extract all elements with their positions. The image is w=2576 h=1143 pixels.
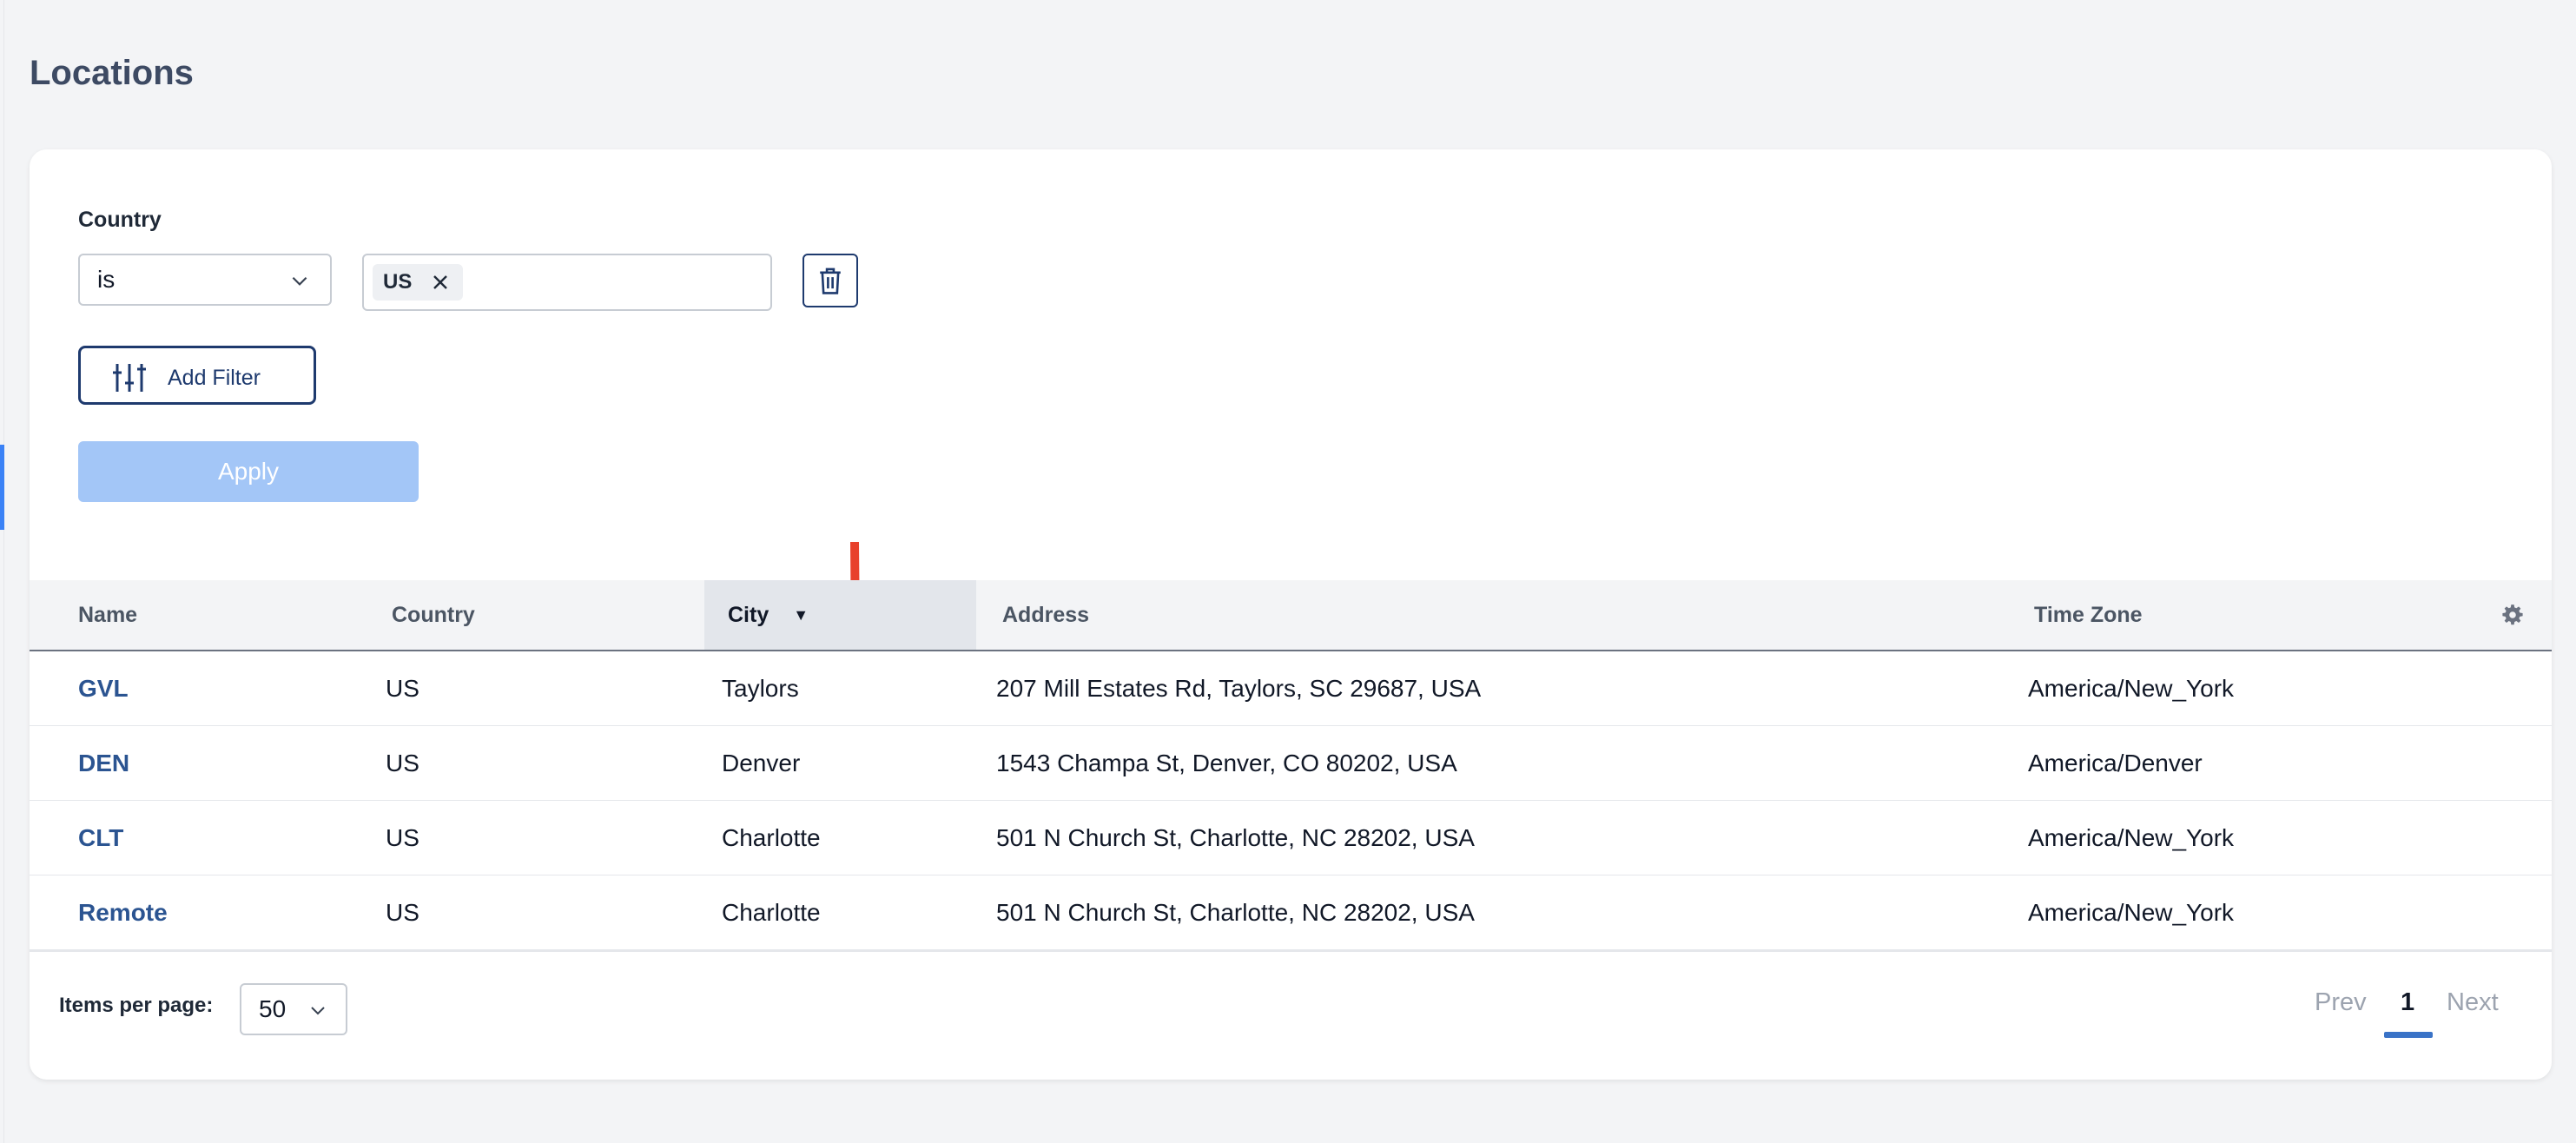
column-header-city[interactable]: City ▼ (728, 580, 809, 650)
cell-country: US (386, 749, 419, 776)
gear-icon[interactable] (2501, 604, 2524, 626)
sliders-icon (113, 364, 146, 392)
cell-city: Taylors (722, 674, 799, 702)
apply-button[interactable]: Apply (78, 441, 419, 502)
cell-country: US (386, 898, 419, 926)
table-row: CLT US Charlotte 501 N Church St, Charlo… (30, 801, 2552, 875)
prev-page-button[interactable]: Prev (2315, 988, 2367, 1017)
filter-chip-label: US (383, 270, 413, 294)
filter-value-input[interactable]: US (362, 254, 772, 311)
page-title: Locations (30, 54, 194, 92)
trash-icon (820, 268, 841, 294)
add-filter-button[interactable]: Add Filter (78, 346, 316, 405)
items-per-page-select[interactable]: 50 (240, 983, 347, 1035)
sidebar-border (3, 0, 4, 1143)
chevron-down-icon (311, 1007, 325, 1015)
items-per-page-value: 50 (259, 995, 287, 1022)
column-header-time-zone[interactable]: Time Zone (2034, 580, 2143, 650)
cell-country: US (386, 674, 419, 702)
current-page-button[interactable]: 1 (2401, 988, 2414, 1017)
delete-filter-button[interactable] (803, 254, 858, 307)
locations-card: Country is US Add Filter Apply Name Coun… (30, 149, 2552, 1080)
cell-city: Charlotte (722, 898, 821, 926)
close-icon[interactable] (430, 272, 451, 293)
sidebar-active-indicator (0, 445, 4, 530)
filter-chip: US (373, 264, 463, 301)
cell-time-zone: America/New_York (2028, 823, 2235, 851)
filter-operator-value: is (97, 266, 116, 293)
locations-page: Locations Country is US Add Filter Apply… (0, 0, 2576, 1143)
next-page-button[interactable]: Next (2447, 988, 2499, 1017)
filter-operator-select[interactable]: is (78, 254, 332, 306)
column-header-address[interactable]: Address (1002, 580, 1089, 650)
cell-country: US (386, 823, 419, 851)
sort-descending-icon: ▼ (793, 605, 809, 624)
table-row: GVL US Taylors 207 Mill Estates Rd, Tayl… (30, 651, 2552, 726)
column-header-country[interactable]: Country (392, 580, 475, 650)
cell-time-zone: America/Denver (2028, 749, 2203, 776)
cell-time-zone: America/New_York (2028, 674, 2235, 702)
column-header-city-label: City (728, 602, 769, 627)
current-page-indicator (2384, 1032, 2433, 1038)
cell-address: 501 N Church St, Charlotte, NC 28202, US… (996, 898, 1475, 926)
cell-address: 207 Mill Estates Rd, Taylors, SC 29687, … (996, 674, 1482, 702)
table-row: Remote US Charlotte 501 N Church St, Cha… (30, 875, 2552, 950)
cell-city: Charlotte (722, 823, 821, 851)
chevron-down-icon (292, 276, 307, 286)
location-name-link[interactable]: GVL (78, 651, 129, 725)
cell-city: Denver (722, 749, 801, 776)
locations-table: Name Country City ▼ Address Time Zone GV… (30, 580, 2552, 952)
table-header: Name Country City ▼ Address Time Zone (30, 580, 2552, 651)
location-name-link[interactable]: DEN (78, 726, 129, 800)
cell-address: 501 N Church St, Charlotte, NC 28202, US… (996, 823, 1475, 851)
cell-time-zone: America/New_York (2028, 898, 2235, 926)
filter-field-label: Country (78, 208, 162, 232)
location-name-link[interactable]: Remote (78, 875, 168, 949)
location-name-link[interactable]: CLT (78, 801, 123, 875)
items-per-page-label: Items per page: (59, 994, 214, 1017)
table-bottom-border (30, 950, 2552, 952)
cell-address: 1543 Champa St, Denver, CO 80202, USA (996, 749, 1457, 776)
add-filter-label: Add Filter (168, 366, 261, 390)
column-header-name[interactable]: Name (78, 580, 137, 650)
table-row: DEN US Denver 1543 Champa St, Denver, CO… (30, 726, 2552, 801)
